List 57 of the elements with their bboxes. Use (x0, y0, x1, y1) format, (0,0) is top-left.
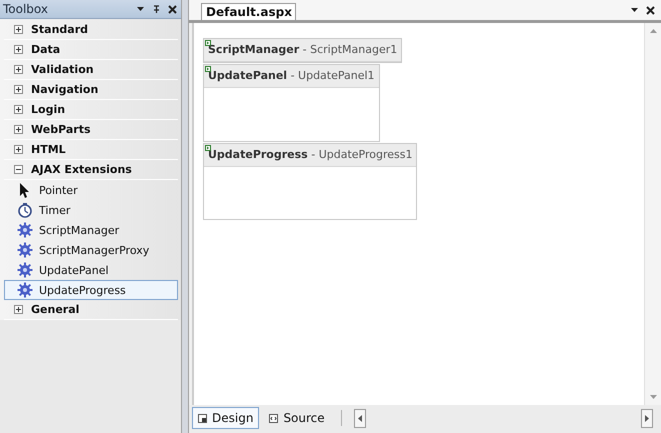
scroll-left-icon (358, 415, 362, 422)
expand-icon (14, 105, 23, 114)
category-header[interactable]: AJAX Extensions (4, 160, 178, 180)
scroll-left-button[interactable] (354, 409, 366, 428)
expand-icon (14, 85, 23, 94)
category-header[interactable]: Data (4, 40, 178, 60)
toolbox-item[interactable]: Pointer (4, 180, 178, 200)
category-header[interactable]: Validation (4, 60, 178, 80)
scroll-right-button[interactable] (641, 409, 653, 428)
category-header[interactable]: Standard (4, 20, 178, 40)
gear-icon (17, 282, 33, 298)
expand-icon (14, 125, 23, 134)
panel-title: Toolbox (3, 2, 48, 16)
toolbox-item[interactable]: ScriptManagerProxy (4, 240, 178, 260)
control-type: UpdateProgress (208, 147, 308, 163)
view-tab[interactable]: Source (263, 407, 331, 429)
control-id: - UpdatePanel1 (290, 68, 375, 84)
design-view-icon (198, 414, 207, 422)
category-header[interactable]: Navigation (4, 80, 178, 100)
toolbox-item[interactable]: UpdatePanel (4, 260, 178, 280)
expand-icon (14, 305, 23, 314)
category-header[interactable]: HTML (4, 140, 178, 160)
expand-icon (14, 45, 23, 54)
expand-icon (14, 65, 23, 74)
document-tab[interactable]: Default.aspx (201, 3, 296, 20)
control-id: - UpdateProgress1 (310, 147, 412, 163)
pin-icon (152, 4, 160, 14)
collapse-icon (14, 165, 23, 174)
source-view-icon (269, 414, 278, 422)
control-type: ScriptManager (208, 42, 300, 58)
vertical-scrollbar[interactable] (644, 23, 661, 405)
horizontal-scrollbar[interactable] (354, 409, 653, 427)
dropdown-arrow-icon (630, 8, 638, 12)
control-id: - ScriptManager1 (302, 42, 398, 58)
close-button[interactable] (167, 3, 177, 15)
close-icon (168, 4, 176, 14)
toolbox-item[interactable]: Timer (4, 200, 178, 220)
expand-icon (14, 145, 23, 154)
category-header[interactable]: General (4, 300, 178, 320)
gear-icon (17, 262, 33, 278)
pin-button[interactable] (151, 3, 161, 15)
dropdown-arrow-icon (136, 7, 144, 11)
gear-icon (17, 242, 33, 258)
scroll-down-icon (650, 395, 656, 399)
control-type: UpdatePanel (208, 68, 288, 84)
close-icon (646, 6, 654, 14)
stopwatch-icon (17, 202, 33, 218)
category-header[interactable]: Login (4, 100, 178, 120)
category-header[interactable]: WebParts (4, 120, 178, 140)
scroll-up-icon (650, 29, 656, 33)
gear-icon (17, 222, 33, 238)
close-button[interactable] (645, 4, 655, 16)
scroll-right-icon (645, 415, 649, 422)
toolbox-item[interactable]: ScriptManager (4, 220, 178, 240)
view-tab[interactable]: Design (192, 407, 260, 429)
expand-icon (14, 25, 23, 34)
toolbox-item[interactable]: UpdateProgress (4, 280, 178, 300)
